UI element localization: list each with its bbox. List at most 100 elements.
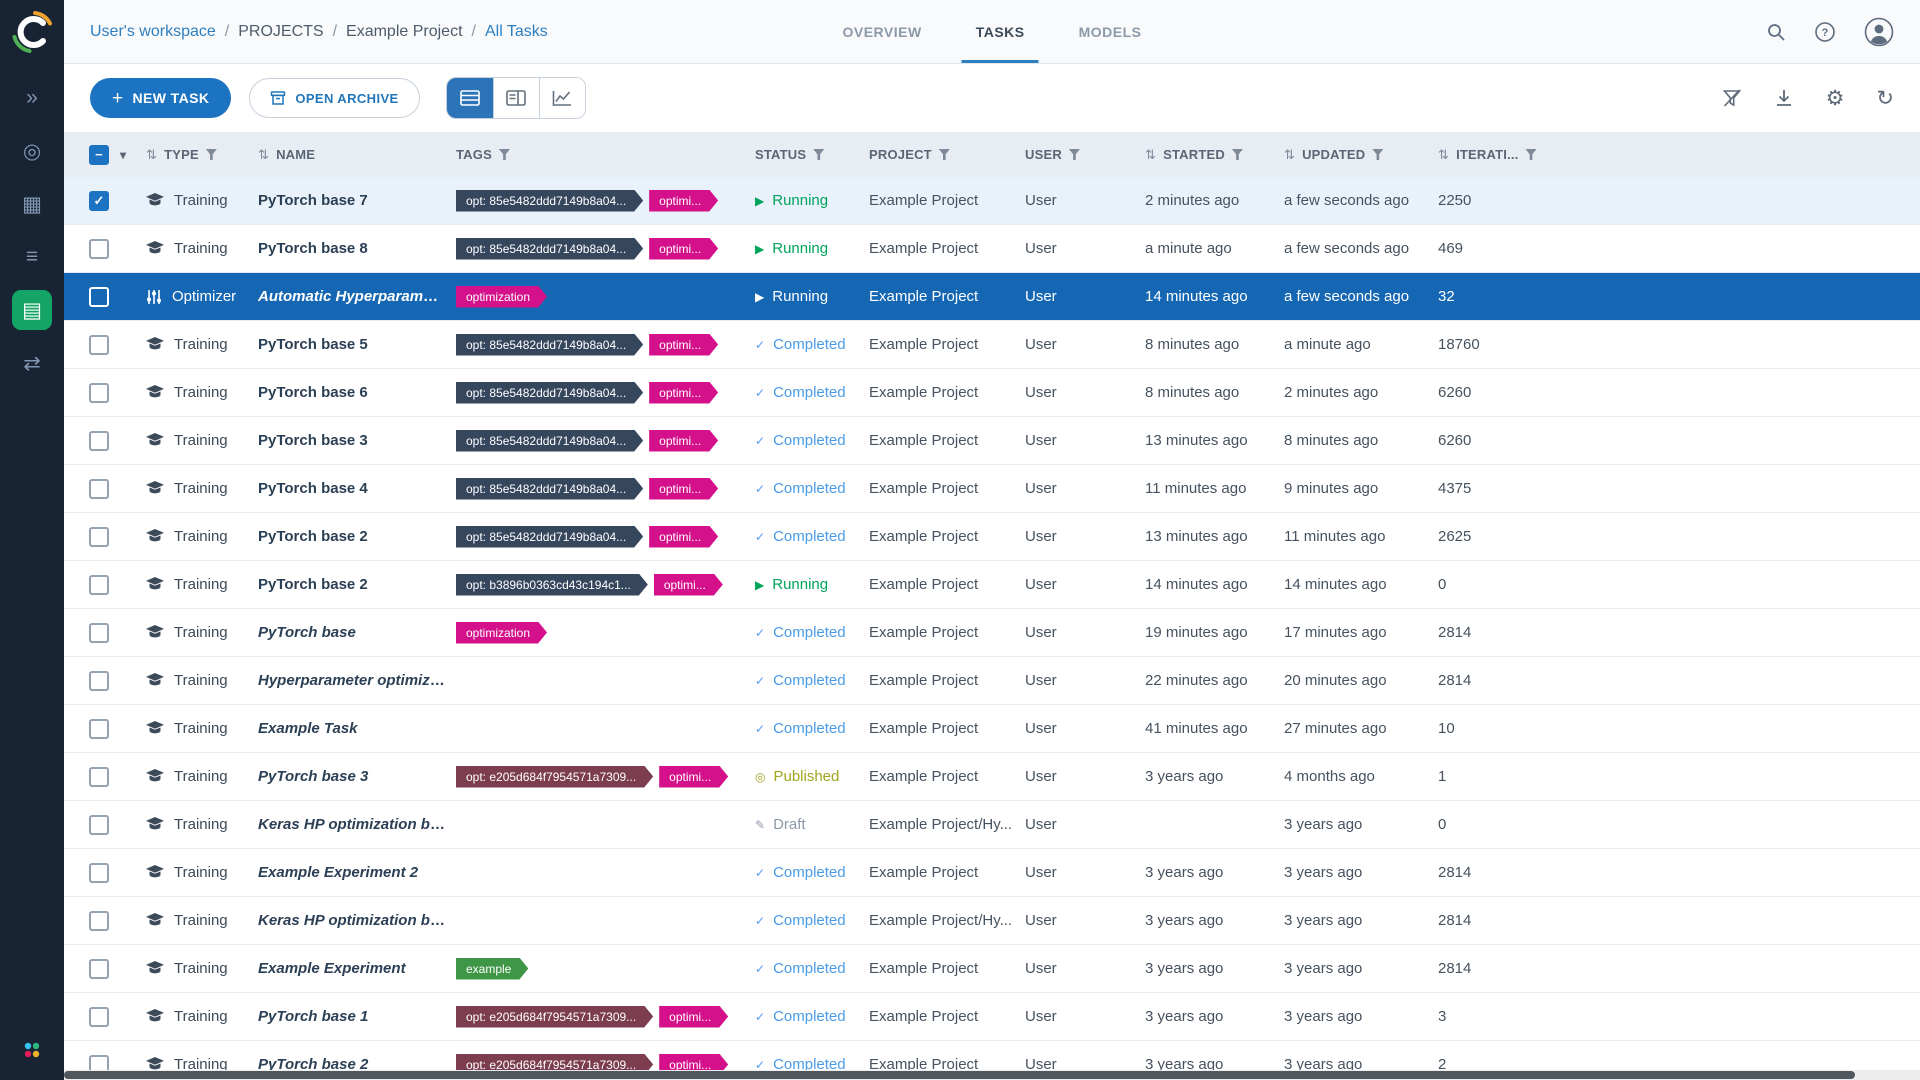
breadcrumb-all-tasks[interactable]: All Tasks bbox=[485, 23, 548, 41]
avatar[interactable] bbox=[1864, 17, 1894, 47]
row-checkbox[interactable] bbox=[89, 815, 109, 835]
scrollbar-thumb[interactable] bbox=[64, 1071, 1855, 1079]
breadcrumb-projects[interactable]: PROJECTS bbox=[238, 23, 323, 41]
applications-icon[interactable]: ▤ bbox=[12, 290, 52, 330]
table-row[interactable]: Training PyTorch base 3 opt: 85e5482ddd7… bbox=[64, 417, 1920, 465]
task-name[interactable]: Keras HP optimization base bbox=[258, 816, 455, 833]
col-status[interactable]: STATUS bbox=[755, 147, 806, 162]
sort-icon[interactable]: ⇅ bbox=[258, 147, 269, 163]
settings-icon[interactable]: ⚙ bbox=[1826, 88, 1845, 109]
row-checkbox[interactable] bbox=[89, 287, 109, 307]
filter-icon[interactable] bbox=[1526, 149, 1537, 160]
clearml-logo[interactable] bbox=[10, 10, 54, 54]
col-tags[interactable]: TAGS bbox=[456, 147, 492, 162]
task-name[interactable]: PyTorch base 2 bbox=[258, 1056, 368, 1070]
row-checkbox[interactable] bbox=[89, 671, 109, 691]
projects-icon[interactable]: ◎ bbox=[12, 131, 52, 171]
table-row[interactable]: Training PyTorch base 2 opt: b3896b0363c… bbox=[64, 561, 1920, 609]
horizontal-scrollbar[interactable] bbox=[64, 1070, 1920, 1080]
row-checkbox[interactable] bbox=[89, 479, 109, 499]
row-checkbox[interactable] bbox=[89, 767, 109, 787]
table-row[interactable]: Training PyTorch base 6 opt: 85e5482ddd7… bbox=[64, 369, 1920, 417]
task-name[interactable]: PyTorch base 6 bbox=[258, 384, 368, 401]
task-name[interactable]: PyTorch base bbox=[258, 624, 356, 641]
task-name[interactable]: PyTorch base 3 bbox=[258, 768, 368, 785]
task-name[interactable]: PyTorch base 7 bbox=[258, 192, 368, 209]
col-user[interactable]: USER bbox=[1025, 147, 1062, 162]
row-checkbox[interactable] bbox=[89, 863, 109, 883]
task-name[interactable]: PyTorch base 2 bbox=[258, 528, 368, 545]
tab-models[interactable]: MODELS bbox=[1055, 0, 1166, 63]
col-project[interactable]: PROJECT bbox=[869, 147, 932, 162]
select-all-checkbox[interactable] bbox=[89, 145, 109, 165]
filter-icon[interactable] bbox=[499, 149, 510, 160]
task-name[interactable]: Example Experiment 2 bbox=[258, 864, 418, 881]
task-name[interactable]: Automatic Hyperparamete... bbox=[258, 288, 456, 305]
filter-off-icon[interactable] bbox=[1722, 88, 1742, 108]
row-checkbox[interactable] bbox=[89, 335, 109, 355]
row-checkbox[interactable] bbox=[89, 911, 109, 931]
row-checkbox[interactable] bbox=[89, 383, 109, 403]
tab-tasks[interactable]: TASKS bbox=[952, 0, 1049, 63]
row-checkbox[interactable] bbox=[89, 527, 109, 547]
table-row[interactable]: Optimizer Automatic Hyperparamete... opt… bbox=[64, 273, 1920, 321]
row-checkbox[interactable] bbox=[89, 239, 109, 259]
sort-icon[interactable]: ⇅ bbox=[1284, 147, 1295, 163]
chart-view-icon[interactable] bbox=[539, 78, 585, 118]
select-dropdown-caret[interactable]: ▾ bbox=[120, 148, 126, 162]
filter-icon[interactable] bbox=[1069, 149, 1080, 160]
col-type[interactable]: TYPE bbox=[164, 147, 199, 162]
tab-overview[interactable]: OVERVIEW bbox=[818, 0, 945, 63]
split-view-icon[interactable] bbox=[493, 78, 539, 118]
filter-icon[interactable] bbox=[1232, 149, 1243, 160]
table-row[interactable]: Training PyTorch base 4 opt: 85e5482ddd7… bbox=[64, 465, 1920, 513]
task-name[interactable]: PyTorch base 2 bbox=[258, 576, 368, 593]
row-checkbox[interactable] bbox=[89, 623, 109, 643]
row-checkbox[interactable] bbox=[89, 959, 109, 979]
datasets-icon[interactable]: ▦ bbox=[12, 184, 52, 224]
task-name[interactable]: PyTorch base 8 bbox=[258, 240, 368, 257]
table-row[interactable]: Training PyTorch base 7 opt: 85e5482ddd7… bbox=[64, 177, 1920, 225]
col-started[interactable]: STARTED bbox=[1163, 147, 1225, 162]
slack-icon[interactable] bbox=[21, 1039, 43, 1066]
table-row[interactable]: Training PyTorch base 3 opt: e205d684f79… bbox=[64, 753, 1920, 801]
breadcrumb-project[interactable]: Example Project bbox=[346, 23, 463, 41]
search-icon[interactable] bbox=[1766, 22, 1786, 42]
table-row[interactable]: Training PyTorch base 2 opt: 85e5482ddd7… bbox=[64, 513, 1920, 561]
table-row[interactable]: Training PyTorch base optimization ✓ Com… bbox=[64, 609, 1920, 657]
row-checkbox[interactable] bbox=[89, 191, 109, 211]
new-task-button[interactable]: + NEW TASK bbox=[90, 78, 231, 118]
launch-icon[interactable]: » bbox=[12, 78, 52, 118]
table-row[interactable]: Training Example Experiment 2 ✓ Complete… bbox=[64, 849, 1920, 897]
col-updated[interactable]: UPDATED bbox=[1302, 147, 1365, 162]
pipelines-icon[interactable]: ≡ bbox=[12, 237, 52, 277]
sort-icon[interactable]: ⇅ bbox=[1145, 147, 1156, 163]
task-name[interactable]: PyTorch base 1 bbox=[258, 1008, 368, 1025]
table-row[interactable]: Training Keras HP optimization base ✓ Co… bbox=[64, 897, 1920, 945]
row-checkbox[interactable] bbox=[89, 719, 109, 739]
table-row[interactable]: Training Example Experiment example ✓ Co… bbox=[64, 945, 1920, 993]
table-row[interactable]: Training PyTorch base 5 opt: 85e5482ddd7… bbox=[64, 321, 1920, 369]
refresh-icon[interactable]: ↻ bbox=[1876, 88, 1894, 109]
sort-icon[interactable]: ⇅ bbox=[146, 147, 157, 163]
table-view-icon[interactable] bbox=[447, 78, 493, 118]
sort-icon[interactable]: ⇅ bbox=[1438, 147, 1449, 163]
col-iterations[interactable]: ITERATI... bbox=[1456, 147, 1518, 162]
breadcrumb-workspace[interactable]: User's workspace bbox=[90, 23, 216, 41]
table-row[interactable]: Training PyTorch base 1 opt: e205d684f79… bbox=[64, 993, 1920, 1041]
row-checkbox[interactable] bbox=[89, 431, 109, 451]
table-row[interactable]: Training Hyperparameter optimizati... ✓ … bbox=[64, 657, 1920, 705]
download-icon[interactable] bbox=[1774, 88, 1794, 108]
filter-icon[interactable] bbox=[939, 149, 950, 160]
filter-icon[interactable] bbox=[206, 149, 217, 160]
row-checkbox[interactable] bbox=[89, 1007, 109, 1027]
help-icon[interactable]: ? bbox=[1814, 21, 1836, 43]
table-row[interactable]: Training Keras HP optimization base ✎ Dr… bbox=[64, 801, 1920, 849]
filter-icon[interactable] bbox=[813, 149, 824, 160]
open-archive-button[interactable]: OPEN ARCHIVE bbox=[249, 78, 419, 118]
row-checkbox[interactable] bbox=[89, 1055, 109, 1071]
task-name[interactable]: PyTorch base 3 bbox=[258, 432, 368, 449]
task-name[interactable]: Example Experiment bbox=[258, 960, 406, 977]
orchestration-icon[interactable]: ⇄ bbox=[12, 343, 52, 383]
task-name[interactable]: Keras HP optimization base bbox=[258, 912, 455, 929]
